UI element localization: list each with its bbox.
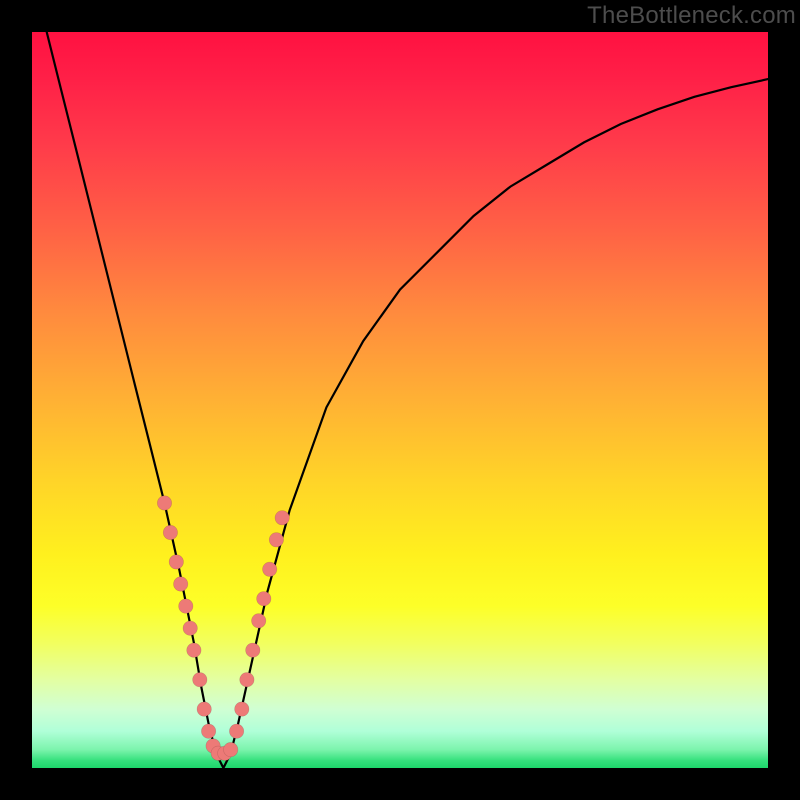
data-point bbox=[257, 592, 271, 606]
chart-frame: TheBottleneck.com bbox=[0, 0, 800, 800]
data-point bbox=[179, 599, 193, 613]
data-point bbox=[263, 562, 277, 576]
data-point bbox=[201, 724, 215, 738]
data-point bbox=[183, 621, 197, 635]
data-point bbox=[269, 533, 283, 547]
data-point bbox=[224, 742, 238, 756]
data-point bbox=[174, 577, 188, 591]
data-point bbox=[197, 702, 211, 716]
data-point bbox=[246, 643, 260, 657]
data-point bbox=[240, 673, 254, 687]
data-point bbox=[187, 643, 201, 657]
plot-area bbox=[32, 32, 768, 768]
data-point bbox=[193, 673, 207, 687]
data-point bbox=[157, 496, 171, 510]
bottleneck-curve bbox=[47, 32, 768, 768]
data-point bbox=[275, 511, 289, 525]
data-point bbox=[252, 614, 266, 628]
data-point bbox=[163, 525, 177, 539]
data-point bbox=[235, 702, 249, 716]
data-point bbox=[169, 555, 183, 569]
dots-group bbox=[157, 496, 289, 761]
curve-group bbox=[47, 32, 768, 768]
watermark-text: TheBottleneck.com bbox=[587, 2, 796, 30]
data-point bbox=[229, 724, 243, 738]
chart-svg bbox=[32, 32, 768, 768]
